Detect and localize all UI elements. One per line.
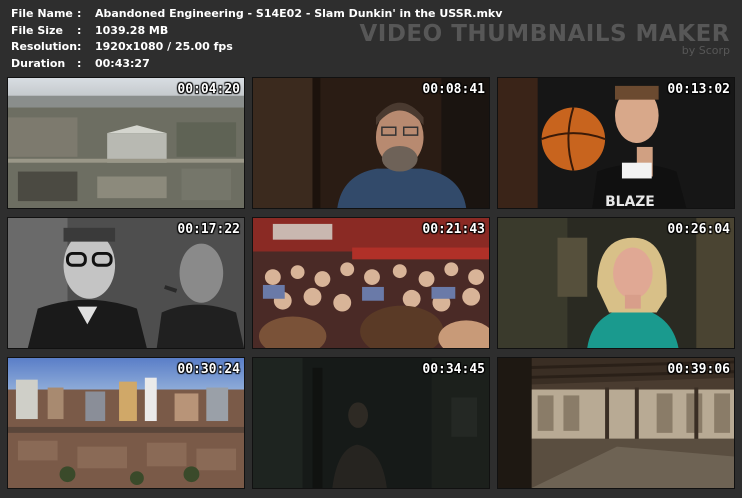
timestamp: 00:39:06 (667, 362, 730, 377)
timestamp: 00:26:04 (667, 222, 730, 237)
brand-watermark: VIDEO THUMBNAILS MAKER by Scorp (359, 22, 730, 57)
crowd-rally-icon (253, 218, 489, 348)
timestamp: 00:04:20 (177, 82, 240, 97)
thumbnail-8[interactable]: 00:34:45 (252, 357, 490, 489)
city-skyline-icon (8, 358, 244, 488)
thumbnail-6[interactable]: 00:26:04 (497, 217, 735, 349)
duration-row: Duration : 00:43:27 (11, 56, 502, 73)
thumbnail-2[interactable]: 00:08:41 (252, 77, 490, 209)
duration-label: Duration (11, 56, 66, 70)
black-white-officials-icon (8, 218, 244, 348)
thumbnail-5[interactable]: 00:21:43 (252, 217, 490, 349)
blonde-woman-interview-icon (498, 218, 734, 348)
timestamp: 00:17:22 (177, 222, 240, 237)
thumbnail-1[interactable]: 00:04:20 (7, 77, 245, 209)
file-size-value: 1039.28 MB (95, 23, 169, 37)
svg-text:BLAZE: BLAZE (605, 194, 655, 208)
file-name-label: File Name (11, 7, 73, 20)
file-size-label: File Size (11, 23, 63, 37)
timestamp: 00:34:45 (422, 362, 485, 377)
resolution-value: 1920x1080 / 25.00 fps (95, 40, 233, 53)
aerial-city-icon (8, 78, 244, 208)
timestamp: 00:08:41 (422, 82, 485, 97)
bearded-man-interview-icon (253, 78, 489, 208)
duration-value: 00:43:27 (95, 56, 150, 70)
thumbnail-7[interactable]: 00:30:24 (7, 357, 245, 489)
thumbnail-3[interactable]: BLAZE 00:13:02 (497, 77, 735, 209)
timestamp: 00:13:02 (667, 82, 730, 97)
thumbnail-4[interactable]: 00:17:22 (7, 217, 245, 349)
basketball-player-icon: BLAZE (498, 78, 734, 208)
brand-title: VIDEO THUMBNAILS MAKER (359, 21, 730, 47)
thumbnail-9[interactable]: 00:39:06 (497, 357, 735, 489)
resolution-label: Resolution (11, 40, 78, 53)
abandoned-interior-icon (498, 358, 734, 488)
dark-room-icon (253, 358, 489, 488)
timestamp: 00:30:24 (177, 362, 240, 377)
timestamp: 00:21:43 (422, 222, 485, 237)
